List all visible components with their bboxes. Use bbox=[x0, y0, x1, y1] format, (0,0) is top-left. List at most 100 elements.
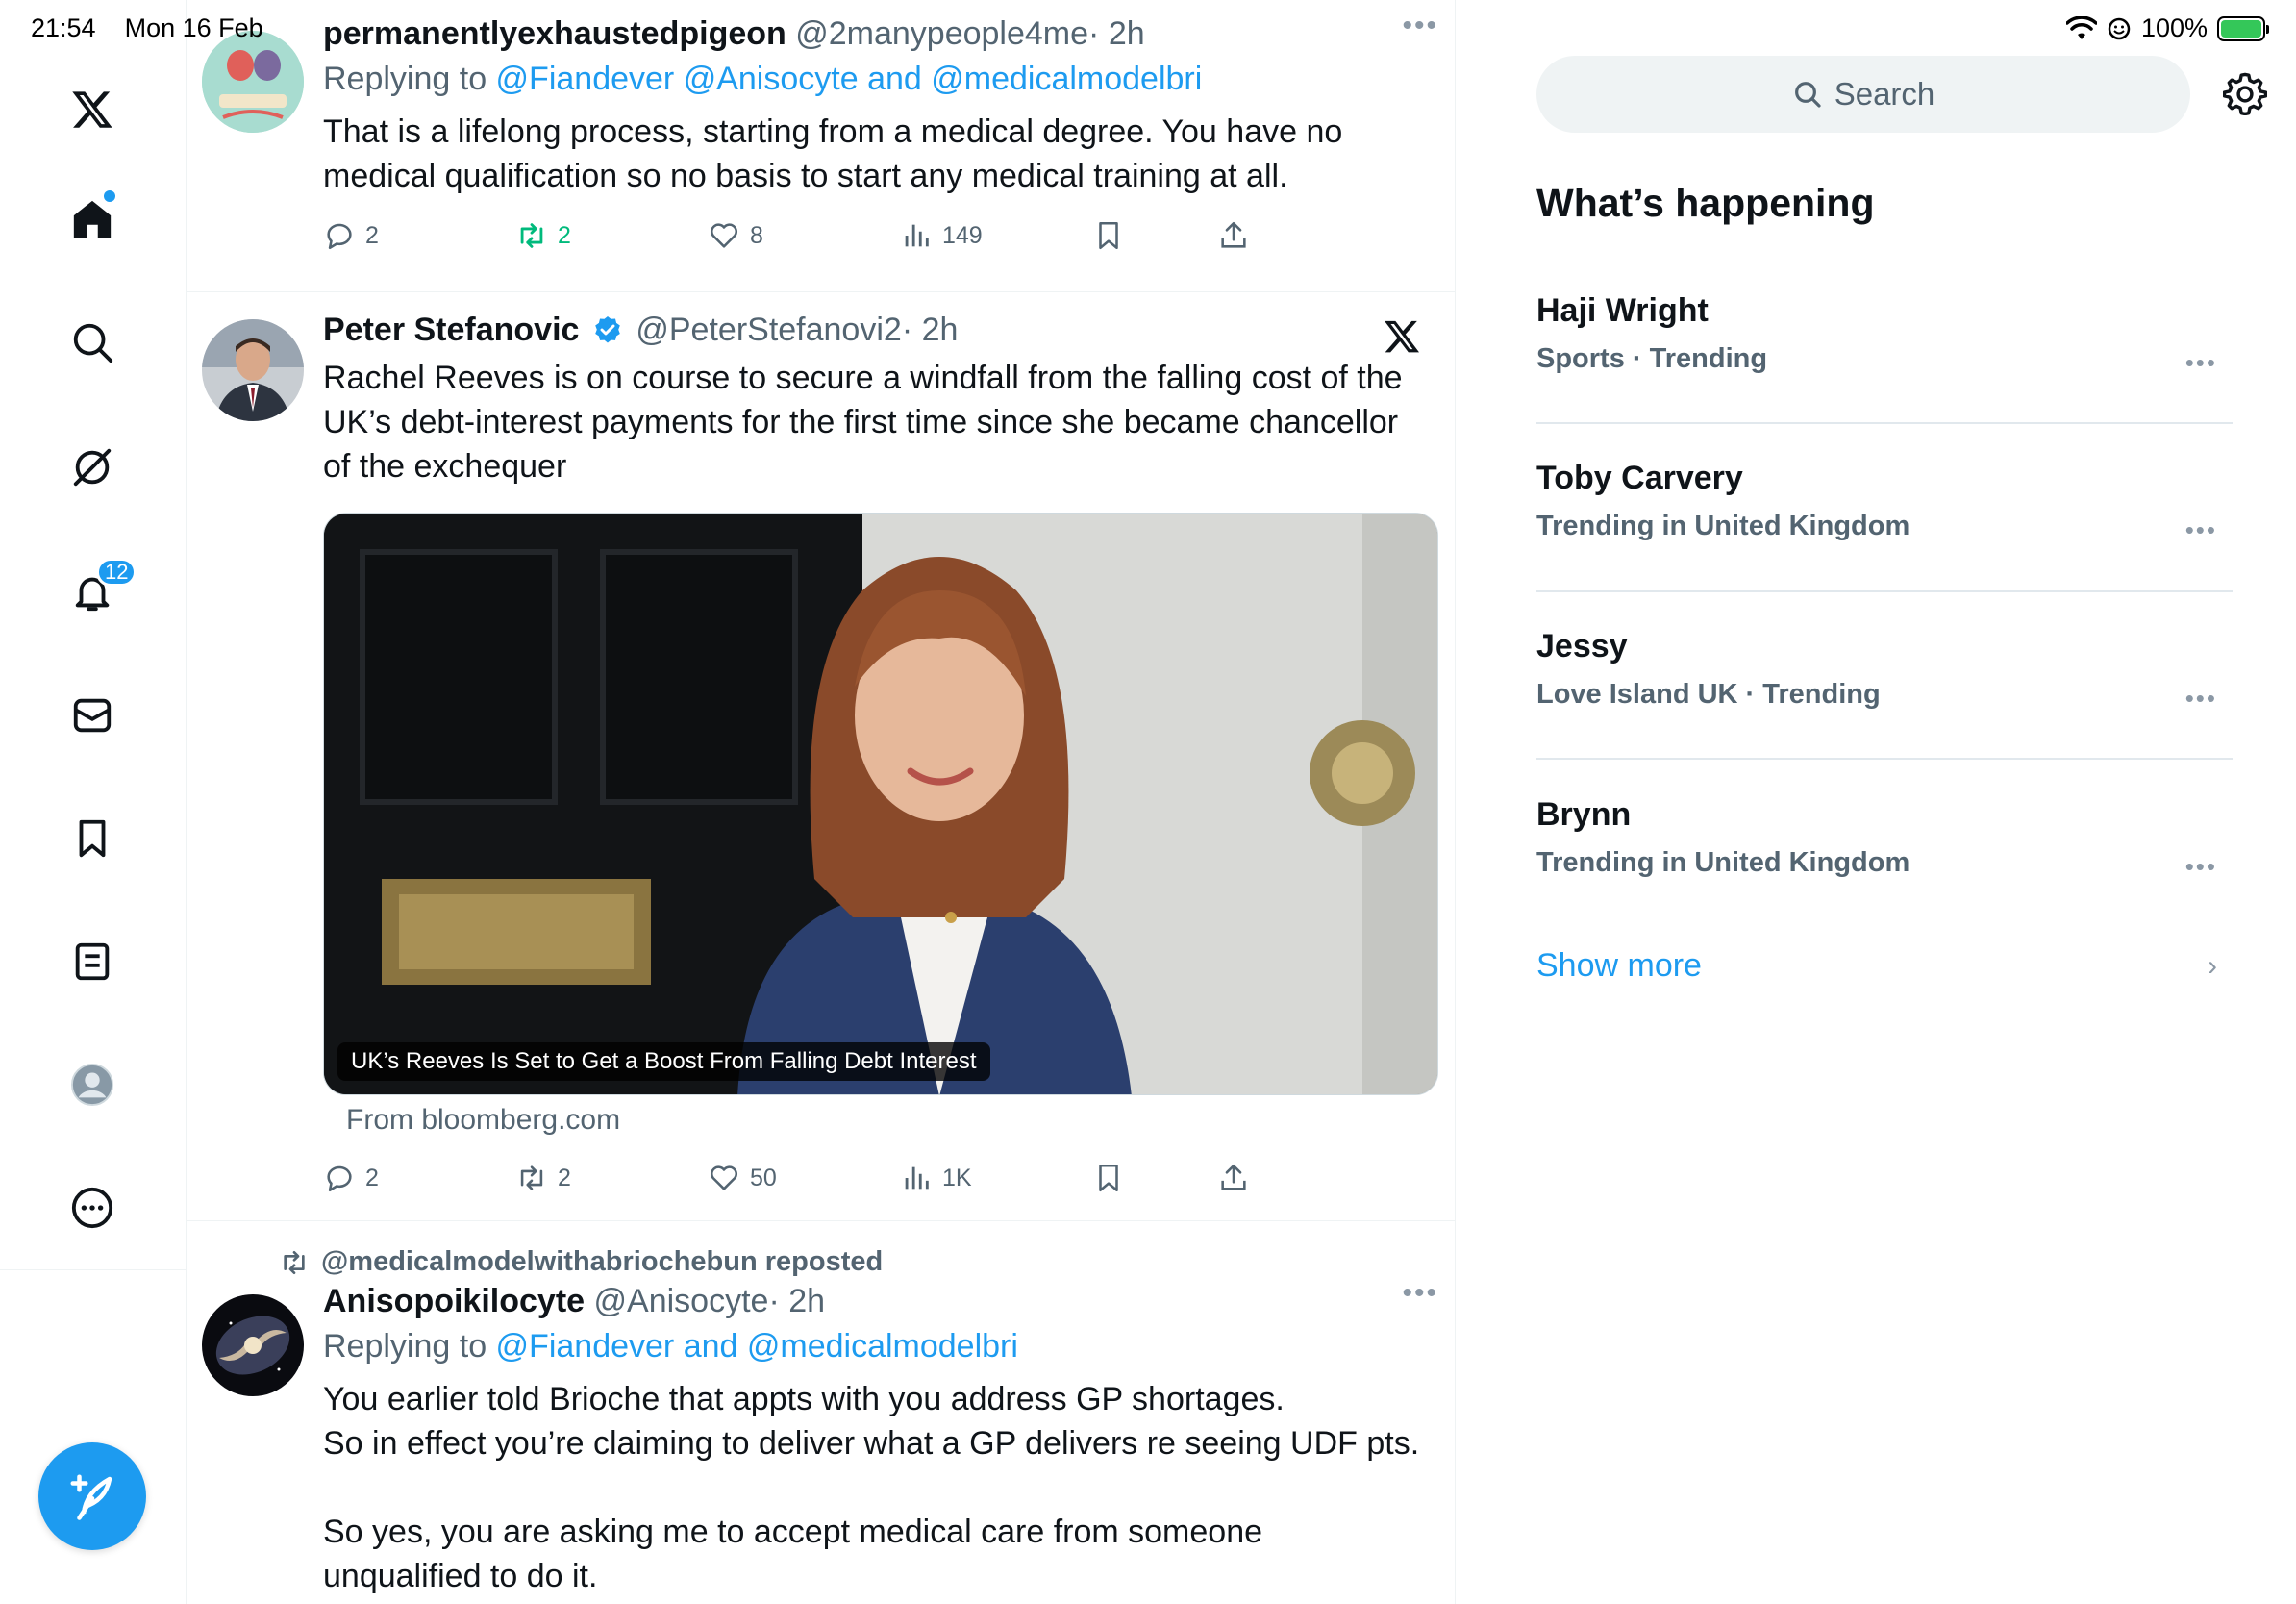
trend-meta: Trending in United Kingdom bbox=[1536, 511, 1910, 541]
trend-item[interactable]: Jessy Love Island UK · Trending ••• bbox=[1536, 628, 2233, 714]
grok-icon[interactable] bbox=[63, 439, 121, 496]
share-button[interactable] bbox=[1217, 219, 1250, 252]
battery-percent: 100% bbox=[2140, 13, 2208, 42]
repost-icon bbox=[284, 1250, 305, 1274]
tweet-header: permanentlyexhaustedpigeon @2manypeople4… bbox=[323, 13, 1429, 54]
views-button[interactable]: 1K bbox=[900, 1162, 972, 1194]
views-button[interactable]: 149 bbox=[900, 219, 983, 252]
tweet-header: Peter Stefanovic @PeterStefanovi2· 2h bbox=[323, 310, 1429, 350]
replying-to-prefix: Replying to bbox=[323, 1328, 496, 1365]
trend-more-button[interactable]: ••• bbox=[2185, 852, 2217, 882]
link-card-image[interactable]: UK’s Reeves Is Set to Get a Boost From F… bbox=[323, 513, 1438, 1095]
chevron-right-icon[interactable]: › bbox=[2208, 950, 2217, 983]
tweet-header: Anisopoikilocyte @Anisocyte· 2h bbox=[323, 1281, 1429, 1321]
tweet-body: permanentlyexhaustedpigeon @2manypeople4… bbox=[323, 13, 1429, 198]
tweet-more-button[interactable]: ••• bbox=[1402, 10, 1438, 42]
trend-divider bbox=[1536, 422, 2233, 424]
left-nav: 12 bbox=[0, 0, 187, 1604]
profile-icon[interactable] bbox=[63, 1056, 121, 1114]
avatar[interactable] bbox=[202, 31, 304, 133]
author-handle[interactable]: @2manypeople4me bbox=[795, 15, 1088, 52]
repost-button[interactable]: 2 bbox=[515, 1162, 571, 1194]
like-count: 50 bbox=[750, 1164, 777, 1191]
tweet[interactable]: @medicalmodelwithabriochebun reposted An… bbox=[187, 1221, 1455, 1604]
views-count: 149 bbox=[942, 221, 983, 249]
reply-mentions[interactable]: @Fiandever and @medicalmodelbri bbox=[496, 1328, 1018, 1365]
repost-count: 2 bbox=[558, 221, 571, 249]
search-placeholder: Search bbox=[1834, 76, 1935, 112]
tweet-time: · 2h bbox=[768, 1283, 826, 1319]
bookmark-button[interactable] bbox=[1092, 1162, 1125, 1194]
reply-mentions[interactable]: @Fiandever @Anisocyte and @medicalmodelb… bbox=[496, 61, 1203, 97]
replying-to-prefix: Replying to bbox=[323, 61, 496, 97]
author-name[interactable]: permanentlyexhaustedpigeon bbox=[323, 15, 786, 52]
tweet[interactable]: Peter Stefanovic @PeterStefanovi2· 2h Ra… bbox=[187, 292, 1455, 1221]
repost-icon bbox=[520, 1165, 543, 1190]
views-icon bbox=[905, 224, 929, 247]
link-card-source[interactable]: From bloomberg.com bbox=[346, 1104, 620, 1137]
repost-indicator[interactable]: @medicalmodelwithabriochebun reposted bbox=[279, 1246, 883, 1278]
reply-count: 2 bbox=[365, 221, 379, 249]
reply-count: 2 bbox=[365, 1164, 379, 1191]
status-time: 21:54 bbox=[31, 13, 96, 42]
repost-button[interactable]: 2 bbox=[515, 219, 571, 252]
like-count: 8 bbox=[750, 221, 763, 249]
repost-label-text: @medicalmodelwithabriochebun reposted bbox=[321, 1246, 884, 1277]
messages-icon[interactable] bbox=[63, 687, 121, 744]
x-logo-icon[interactable] bbox=[63, 81, 121, 138]
repost-icon bbox=[520, 223, 543, 248]
search-input[interactable]: Search bbox=[1536, 56, 2190, 133]
notification-count-badge: 12 bbox=[96, 558, 137, 587]
show-more-link[interactable]: Show more bbox=[1536, 947, 1702, 985]
bookmark-icon bbox=[1099, 221, 1118, 250]
more-icon[interactable] bbox=[63, 1179, 121, 1237]
share-button[interactable] bbox=[1217, 1162, 1250, 1194]
article-photo bbox=[324, 514, 1437, 1094]
trend-more-button[interactable]: ••• bbox=[2185, 348, 2217, 378]
heart-icon bbox=[710, 223, 738, 248]
tweet-time: · 2h bbox=[1088, 15, 1145, 52]
compose-button[interactable] bbox=[38, 1442, 146, 1550]
trend-meta: Trending in United Kingdom bbox=[1536, 847, 1910, 878]
tweet-text: That is a lifelong process, starting fro… bbox=[323, 113, 1343, 194]
tweet[interactable]: permanentlyexhaustedpigeon @2manypeople4… bbox=[187, 0, 1455, 292]
bookmarks-icon[interactable] bbox=[63, 810, 121, 867]
like-button[interactable]: 8 bbox=[708, 219, 763, 252]
trends-title: What’s happening bbox=[1536, 181, 1875, 225]
author-handle[interactable]: @PeterStefanovi2 bbox=[636, 312, 901, 348]
reply-button[interactable]: 2 bbox=[323, 1162, 379, 1194]
tweet-more-button[interactable]: ••• bbox=[1402, 1277, 1438, 1310]
trend-item[interactable]: Toby Carvery Trending in United Kingdom … bbox=[1536, 460, 2233, 545]
lists-icon[interactable] bbox=[63, 933, 121, 990]
tweet-time: · 2h bbox=[901, 312, 959, 348]
status-bar-left: 21:54 Mon 16 Feb bbox=[31, 13, 263, 43]
author-name[interactable]: Peter Stefanovic bbox=[323, 312, 579, 348]
avatar[interactable] bbox=[202, 1294, 304, 1396]
trend-more-button[interactable]: ••• bbox=[2185, 684, 2217, 714]
timeline-feed: permanentlyexhaustedpigeon @2manypeople4… bbox=[187, 0, 1456, 1604]
avatar[interactable] bbox=[202, 319, 304, 421]
heart-icon bbox=[710, 1165, 738, 1190]
replying-to: Replying to @Fiandever @Anisocyte and @m… bbox=[323, 58, 1429, 100]
author-name[interactable]: Anisopoikilocyte bbox=[323, 1283, 585, 1319]
wifi-icon bbox=[2065, 15, 2097, 39]
tweet-text: You earlier told Brioche that appts with… bbox=[323, 1381, 1420, 1594]
share-icon bbox=[1221, 221, 1246, 248]
battery-icon bbox=[2217, 15, 2269, 41]
search-icon[interactable] bbox=[63, 313, 121, 371]
reply-icon bbox=[327, 1165, 352, 1192]
status-bar-right: 100% bbox=[2065, 13, 2269, 43]
replying-to: Replying to @Fiandever and @medicalmodel… bbox=[323, 1325, 1429, 1367]
author-handle[interactable]: @Anisocyte bbox=[594, 1283, 769, 1319]
like-button[interactable]: 50 bbox=[708, 1162, 777, 1194]
bookmark-button[interactable] bbox=[1092, 219, 1125, 252]
trend-item[interactable]: Haji Wright Sports · Trending ••• bbox=[1536, 292, 2233, 378]
reply-icon bbox=[327, 223, 352, 250]
bookmark-icon bbox=[1099, 1164, 1118, 1192]
settings-gear-icon[interactable] bbox=[2223, 71, 2267, 115]
reply-button[interactable]: 2 bbox=[323, 219, 379, 252]
trend-divider bbox=[1536, 590, 2233, 592]
trend-item[interactable]: Brynn Trending in United Kingdom ••• bbox=[1536, 796, 2233, 882]
x-grok-icon[interactable] bbox=[1383, 317, 1421, 356]
trend-more-button[interactable]: ••• bbox=[2185, 515, 2217, 545]
